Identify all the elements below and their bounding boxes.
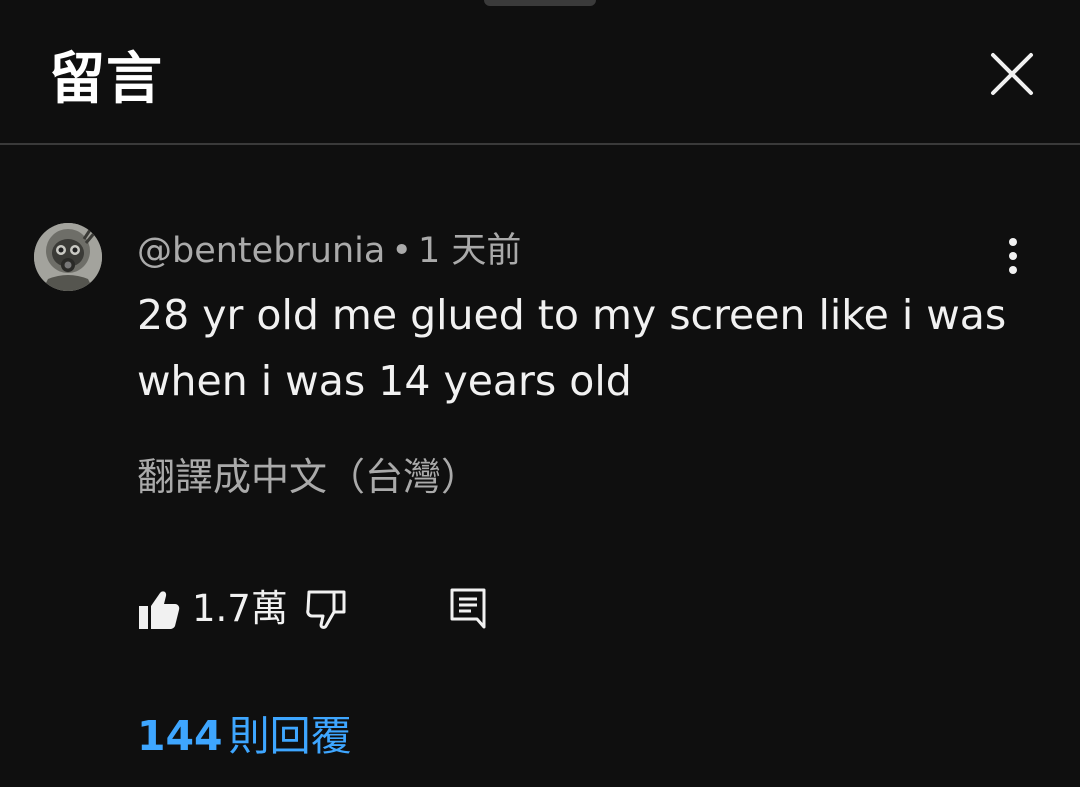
replies-count: 144 (137, 712, 223, 760)
comment-author[interactable]: @bentebrunia (137, 231, 385, 271)
like-count: 1.7萬 (192, 587, 288, 630)
meta-separator: • (391, 231, 412, 271)
page-title: 留言 (49, 47, 163, 112)
thumb-down-icon (306, 590, 346, 629)
avatar[interactable] (34, 223, 102, 291)
close-button[interactable] (986, 51, 1038, 99)
comments-header: 留言 (0, 0, 1080, 145)
close-icon (991, 53, 1033, 95)
reply-button[interactable] (449, 587, 487, 631)
comment-meta: @bentebrunia • 1 天前 (137, 228, 521, 274)
replies-label: 則回覆 (228, 712, 352, 760)
gas-mask-avatar-icon (34, 223, 102, 291)
dislike-button[interactable] (305, 588, 349, 632)
more-options-button[interactable] (996, 235, 1030, 279)
comment-reply-icon (450, 588, 486, 629)
comment-text: 28 yr old me glued to my screen like i w… (137, 291, 1007, 405)
comment-time: 1 天前 (418, 231, 522, 271)
translate-button[interactable]: 翻譯成中文（台灣） (137, 452, 479, 502)
more-vert-icon (1009, 238, 1017, 274)
view-replies-button[interactable]: 144 則回覆 (137, 709, 352, 763)
thumb-up-icon (139, 591, 180, 629)
like-button[interactable] (137, 589, 181, 631)
